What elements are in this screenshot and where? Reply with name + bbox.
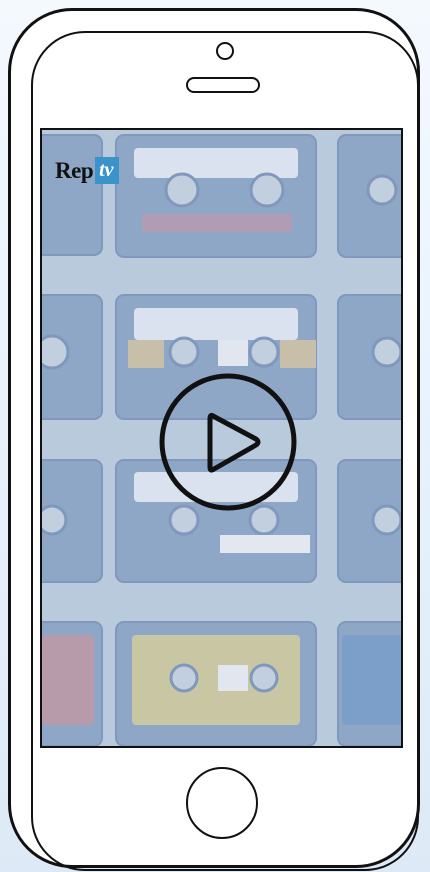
play-button[interactable] — [158, 372, 298, 512]
home-button[interactable] — [186, 767, 258, 839]
logo-rep-text: Rep — [55, 157, 94, 183]
play-icon — [159, 373, 297, 511]
earpiece-speaker-icon — [186, 77, 260, 93]
video-player[interactable]: Rep tv — [40, 128, 403, 748]
front-camera-icon — [216, 42, 234, 60]
reptv-logo: Rep tv — [55, 154, 119, 186]
logo-tv-badge: tv — [95, 156, 119, 184]
